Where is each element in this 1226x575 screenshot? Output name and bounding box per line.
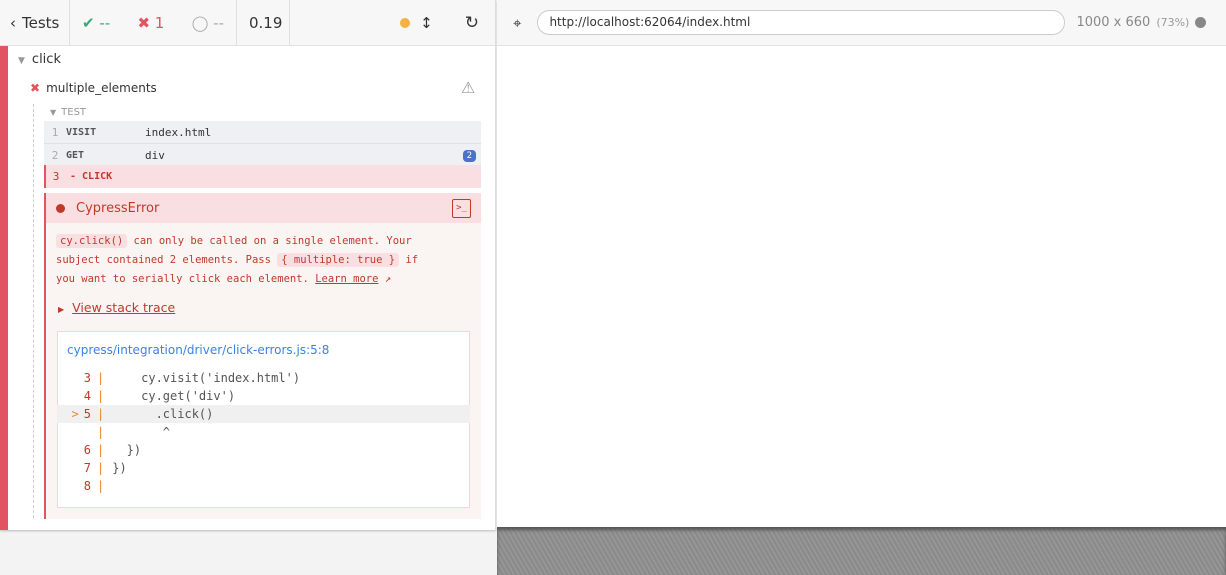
auto-scroll-toggle[interactable]: ↕ bbox=[420, 14, 433, 32]
restart-icon[interactable]: ↻ bbox=[465, 13, 479, 33]
line-number: 6 bbox=[57, 443, 91, 457]
line-code: cy.visit('index.html') bbox=[112, 371, 301, 385]
app-iframe bbox=[497, 46, 1226, 527]
gutter-bar: | bbox=[97, 371, 105, 385]
command-number: 1 bbox=[51, 125, 59, 139]
print-to-console-icon[interactable]: >_ bbox=[452, 198, 471, 218]
command-number: 2 bbox=[51, 149, 59, 162]
line-number: 7 bbox=[57, 461, 91, 475]
empty-area bbox=[497, 527, 1226, 575]
stats: ✔ -- ✖ 1 ◯ -- bbox=[70, 0, 237, 46]
failed-count: 1 bbox=[154, 13, 165, 32]
command-name: GET bbox=[66, 150, 85, 161]
code-line: 8 | bbox=[57, 477, 470, 495]
browser-header: ⌖ http://localhost:62064/index.html 1000… bbox=[497, 0, 1226, 46]
line-code: cy.get('div') bbox=[112, 389, 236, 403]
selector-playground-icon[interactable]: ⌖ bbox=[513, 14, 521, 32]
gutter-bar: | bbox=[97, 461, 105, 475]
inline-code: { multiple: true } bbox=[277, 253, 400, 267]
line-number-text: 3 bbox=[83, 371, 91, 385]
command-number: 3 bbox=[52, 170, 60, 183]
gutter-bar: | bbox=[97, 425, 105, 439]
message-text: if bbox=[399, 254, 419, 266]
gutter-bar: | bbox=[97, 479, 105, 493]
caret-right-icon: ▶ bbox=[58, 305, 65, 314]
code-line: 4 | cy.get('div') bbox=[57, 387, 470, 405]
line-code: }) bbox=[112, 443, 142, 457]
inline-code: cy.click() bbox=[56, 234, 128, 248]
reporter-header: ‹ Tests ✔ -- ✖ 1 ◯ -- 0.19 ↕ ↻ bbox=[0, 0, 495, 46]
line-number-text: 5 bbox=[83, 407, 91, 421]
pending-count: -- bbox=[213, 13, 224, 32]
line-code: ^ bbox=[112, 425, 171, 439]
passed-count: -- bbox=[99, 13, 111, 32]
gutter-bar: | bbox=[97, 443, 105, 457]
gutter-bar: | bbox=[97, 407, 105, 421]
element-count-badge: 2 bbox=[462, 149, 476, 162]
duration: 0.19 bbox=[237, 0, 290, 46]
test-section[interactable]: ▼ TEST bbox=[50, 107, 86, 118]
command-name: - CLICK bbox=[70, 171, 113, 182]
error-message: cy.click() can only be called on a singl… bbox=[46, 223, 481, 289]
back-label: Tests bbox=[22, 13, 60, 32]
error-alert-icon bbox=[56, 203, 65, 213]
line-number-text: 8 bbox=[83, 479, 91, 493]
chevron-left-icon: ‹ bbox=[10, 13, 16, 32]
viewport-scale: (73%) bbox=[1156, 16, 1190, 29]
url-bar[interactable]: http://localhost:62064/index.html bbox=[537, 10, 1066, 35]
code-line: 3 | cy.visit('index.html') bbox=[57, 369, 470, 387]
message-text: you want to serially click each element. bbox=[56, 273, 316, 285]
command-row[interactable]: 1 VISIT index.html bbox=[44, 121, 481, 144]
code-line: >5 | .click() bbox=[57, 405, 470, 423]
code-line: | ^ bbox=[57, 423, 470, 441]
learn-more-link[interactable]: Learn more bbox=[315, 273, 378, 285]
error-title: CypressError bbox=[76, 200, 160, 216]
section-label: TEST bbox=[61, 107, 87, 118]
line-code: .click() bbox=[112, 407, 214, 421]
line-number bbox=[57, 425, 91, 439]
caret-down-icon: ▼ bbox=[18, 56, 25, 66]
current-line-marker: > bbox=[71, 407, 79, 421]
suite-title[interactable]: ▼ click bbox=[18, 52, 61, 67]
viewport-size: 1000 x 660 bbox=[1076, 15, 1151, 30]
line-number: 4 bbox=[57, 389, 91, 403]
info-icon[interactable] bbox=[1195, 17, 1207, 28]
command-name: VISIT bbox=[66, 126, 97, 138]
message-text: can only be called on a single element. … bbox=[127, 235, 412, 247]
warning-icon[interactable]: ⚠ bbox=[461, 78, 475, 97]
test-label: multiple_elements bbox=[46, 81, 157, 95]
gutter-bar: | bbox=[97, 389, 105, 403]
running-dot-icon bbox=[400, 17, 411, 28]
stack-trace-label: View stack trace bbox=[72, 300, 176, 315]
command-row-failed[interactable]: 3 - CLICK bbox=[44, 165, 481, 188]
code-line: 6 | }) bbox=[57, 441, 470, 459]
fail-x-icon: ✖ bbox=[30, 81, 41, 95]
code-frame-file-link[interactable]: cypress/integration/driver/click-errors.… bbox=[67, 343, 329, 357]
command-row[interactable]: 2 GET div 2 bbox=[44, 144, 481, 167]
reporter-panel: ‹ Tests ✔ -- ✖ 1 ◯ -- 0.19 ↕ ↻ ▼ click ✖ mu… bbox=[0, 0, 496, 530]
line-number-text: 6 bbox=[83, 443, 91, 457]
failed-stat: ✖ 1 bbox=[137, 13, 165, 32]
code-line: 7 |}) bbox=[57, 459, 470, 477]
message-text: subject contained 2 elements. Pass bbox=[56, 254, 278, 266]
view-stack-trace-toggle[interactable]: ▶ View stack trace bbox=[58, 300, 175, 315]
line-number: 3 bbox=[57, 371, 91, 385]
command-message: div bbox=[145, 149, 165, 162]
test-title[interactable]: ✖ multiple_elements bbox=[30, 81, 157, 95]
passed-stat: ✔ -- bbox=[82, 13, 111, 32]
line-number: >5 bbox=[57, 407, 91, 421]
suite-label: click bbox=[31, 52, 61, 67]
line-number: 8 bbox=[57, 479, 91, 493]
fail-strip bbox=[0, 46, 8, 530]
pending-stat: ◯ -- bbox=[191, 13, 224, 32]
back-to-tests-button[interactable]: ‹ Tests bbox=[0, 0, 70, 46]
caret-down-icon: ▼ bbox=[50, 108, 57, 117]
line-code: }) bbox=[112, 461, 127, 475]
app-preview: ⌖ http://localhost:62064/index.html 1000… bbox=[497, 0, 1226, 575]
external-link-icon: ↗ bbox=[384, 273, 392, 285]
line-number-text: 4 bbox=[83, 389, 91, 403]
line-number-text: 7 bbox=[83, 461, 91, 475]
command-message: index.html bbox=[145, 125, 212, 139]
